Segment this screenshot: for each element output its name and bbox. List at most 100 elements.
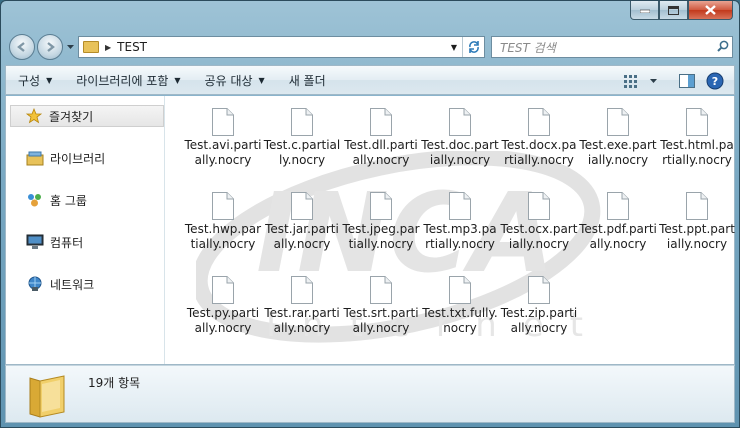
file-name: Test.docx.partially.nocry	[501, 138, 577, 167]
file-document-icon	[449, 276, 471, 304]
sidebar-item-homegroup[interactable]: 홈 그룹	[10, 189, 87, 211]
organize-menu[interactable]: 구성 ▼	[6, 66, 64, 94]
sidebar-item-label: 라이브러리	[50, 151, 106, 166]
new-folder-label: 새 폴더	[288, 73, 326, 88]
file-item[interactable]: Test.html.partially.nocry	[658, 108, 736, 168]
chevron-down-icon: ▼	[258, 75, 265, 85]
file-document-icon	[212, 192, 234, 220]
minimize-icon	[639, 9, 650, 13]
file-item[interactable]: Test.ocx.partially.nocry	[500, 192, 578, 252]
search-icon[interactable]	[714, 40, 732, 55]
file-item[interactable]: Test.hwp.partially.nocry	[184, 192, 262, 252]
search-box[interactable]: TEST 검색	[491, 36, 733, 58]
share-with-label: 공유 대상	[204, 73, 253, 88]
file-item[interactable]: Test.doc.partially.nocry	[421, 108, 499, 168]
recent-pages-dropdown[interactable]	[65, 42, 75, 52]
file-name: Test.c.partially.nocry	[263, 138, 341, 167]
network-icon	[26, 276, 44, 292]
sidebar-item-label: 홈 그룹	[50, 193, 87, 208]
file-name: Test.zip.partially.nocry	[500, 306, 578, 335]
forward-arrow-icon	[47, 42, 55, 52]
minimize-button[interactable]	[630, 1, 659, 20]
file-document-icon	[528, 108, 550, 136]
new-folder-button[interactable]: 새 폴더	[277, 66, 338, 94]
file-document-icon	[291, 276, 313, 304]
chevron-down-icon	[66, 45, 74, 49]
file-document-icon	[212, 276, 234, 304]
file-item[interactable]: Test.zip.partially.nocry	[500, 276, 578, 336]
item-count: 19개 항목	[88, 376, 141, 390]
file-name: Test.doc.partially.nocry	[421, 138, 499, 167]
preview-pane-button[interactable]	[674, 69, 700, 93]
address-path[interactable]: TEST	[117, 40, 446, 54]
file-document-icon	[291, 192, 313, 220]
search-input[interactable]: TEST 검색	[500, 39, 714, 56]
library-icon	[26, 150, 44, 166]
sidebar-item-favorites[interactable]: 즐겨찾기	[10, 105, 164, 127]
include-in-library-menu[interactable]: 라이브러리에 포함 ▼	[64, 66, 192, 94]
homegroup-icon	[26, 192, 44, 208]
file-name: Test.py.partially.nocry	[186, 306, 260, 335]
caption-buttons	[630, 1, 733, 21]
file-name: Test.dll.partially.nocry	[344, 138, 418, 167]
file-item[interactable]: Test.c.partially.nocry	[263, 108, 341, 168]
file-document-icon	[528, 192, 550, 220]
file-item[interactable]: Test.mp3.partially.nocry	[421, 192, 499, 252]
sidebar-item-libraries[interactable]: 라이브러리	[10, 147, 105, 169]
file-item[interactable]: Test.rar.partially.nocry	[263, 276, 341, 336]
change-view-button[interactable]	[618, 69, 644, 93]
file-name: Test.mp3.partially.nocry	[423, 222, 497, 251]
back-button[interactable]	[9, 34, 35, 60]
file-item[interactable]: Test.avi.partially.nocry	[184, 108, 262, 168]
file-item[interactable]: Test.pdf.partially.nocry	[579, 192, 657, 252]
file-item[interactable]: Test.ppt.partially.nocry	[658, 192, 736, 252]
file-name: Test.jar.partially.nocry	[265, 222, 339, 251]
file-item[interactable]: Test.exe.partially.nocry	[579, 108, 657, 168]
address-bar[interactable]: ▶ TEST ▼	[78, 36, 485, 58]
chevron-down-icon	[649, 79, 657, 83]
file-document-icon	[370, 276, 392, 304]
file-item[interactable]: Test.jar.partially.nocry	[263, 192, 341, 252]
share-with-menu[interactable]: 공유 대상 ▼	[193, 66, 277, 94]
file-document-icon	[370, 192, 392, 220]
sidebar-item-label: 즐겨찾기	[49, 109, 94, 124]
folder-icon	[29, 375, 65, 418]
file-item[interactable]: Test.txt.fully.nocry	[421, 276, 499, 336]
file-name: Test.srt.partially.nocry	[343, 306, 419, 335]
file-name: Test.pdf.partially.nocry	[579, 222, 657, 251]
maximize-button[interactable]	[659, 1, 688, 20]
file-name: Test.exe.partially.nocry	[579, 138, 657, 167]
sidebar-item-computer[interactable]: 컴퓨터	[10, 231, 83, 253]
file-document-icon	[370, 108, 392, 136]
view-grid-icon	[624, 75, 637, 88]
file-name: Test.hwp.partially.nocry	[184, 222, 262, 251]
file-item[interactable]: Test.srt.partially.nocry	[342, 276, 420, 336]
view-options-dropdown[interactable]	[646, 69, 660, 93]
file-item[interactable]: Test.docx.partially.nocry	[500, 108, 578, 168]
file-name: Test.html.partially.nocry	[660, 138, 734, 167]
forward-button[interactable]	[37, 34, 63, 60]
help-icon: ?	[706, 72, 724, 90]
computer-icon	[26, 234, 44, 250]
file-item[interactable]: Test.dll.partially.nocry	[342, 108, 420, 168]
sidebar-item-network[interactable]: 네트워크	[10, 273, 94, 295]
star-icon	[25, 108, 43, 124]
organize-label: 구성	[18, 73, 41, 88]
file-item[interactable]: Test.py.partially.nocry	[184, 276, 262, 336]
refresh-button[interactable]	[462, 37, 484, 57]
file-document-icon	[686, 192, 708, 220]
file-document-icon	[528, 276, 550, 304]
help-button[interactable]: ?	[702, 69, 728, 93]
back-arrow-icon	[17, 42, 25, 52]
file-list-pane[interactable]: INCA Internet Test.avi.partially.nocry T…	[166, 96, 736, 364]
file-document-icon	[607, 192, 629, 220]
include-library-label: 라이브러리에 포함	[76, 73, 169, 88]
address-dropdown-icon[interactable]: ▼	[446, 43, 462, 52]
breadcrumb-separator-icon[interactable]: ▶	[105, 43, 111, 52]
sidebar-item-label: 컴퓨터	[50, 235, 84, 250]
file-name: Test.jpeg.partially.nocry	[342, 222, 420, 251]
close-button[interactable]	[688, 1, 733, 20]
file-item[interactable]: Test.jpeg.partially.nocry	[342, 192, 420, 252]
file-name: Test.rar.partially.nocry	[264, 306, 340, 335]
view-tools: ?	[616, 69, 728, 93]
